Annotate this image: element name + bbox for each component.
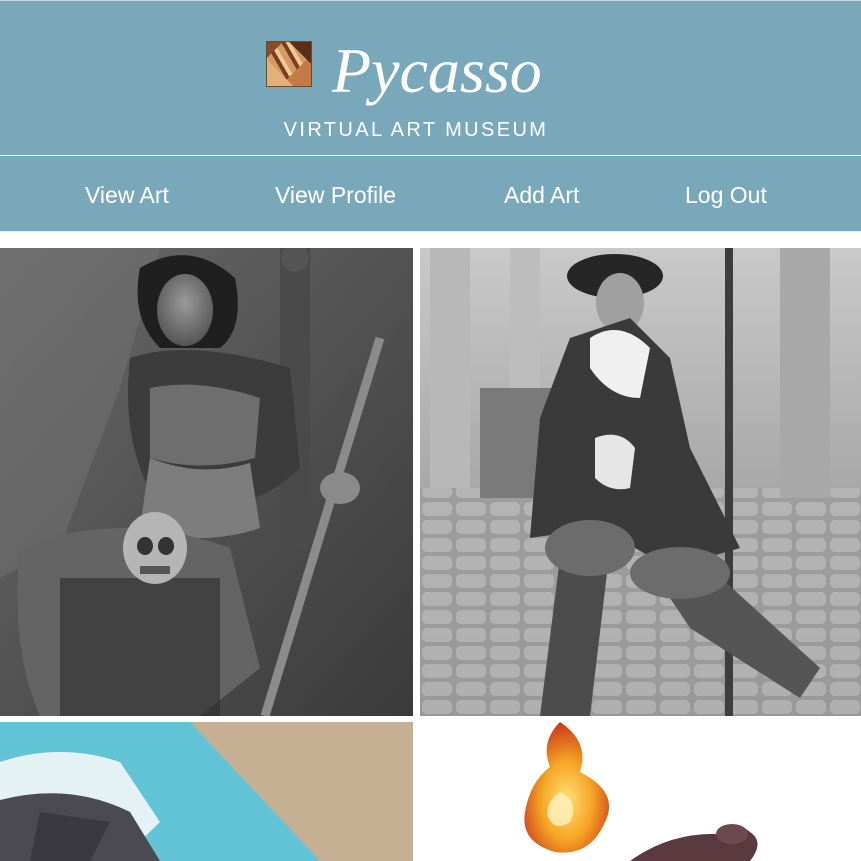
artwork-tile-warrior[interactable] [0,248,413,716]
flame-painting [420,722,861,861]
low-poly-illustration [0,722,413,861]
brand: Pycasso [0,31,861,111]
nav-divider [0,231,861,232]
art-gallery [0,248,861,861]
nav-view-art-link[interactable]: View Art [85,157,169,233]
artwork-tile-low-poly[interactable] [0,722,413,861]
site-header: Pycasso VIRTUAL ART MUSEUM View Art View… [0,0,861,232]
artwork-tile-flame[interactable] [420,722,861,861]
site-title[interactable]: Pycasso [332,31,542,111]
artwork-tile-cloaked-figure[interactable] [420,248,861,716]
main-nav: View Art View Profile Add Art Log Out [0,157,861,233]
header-divider [0,155,861,156]
cloaked-figure-painting [420,248,861,716]
nav-view-profile-link[interactable]: View Profile [275,157,396,233]
warrior-painting [0,248,413,716]
mosaic-logo-icon[interactable] [266,41,312,87]
nav-log-out-link[interactable]: Log Out [685,157,767,233]
nav-add-art-link[interactable]: Add Art [504,157,579,233]
site-subtitle: VIRTUAL ART MUSEUM [283,119,549,141]
